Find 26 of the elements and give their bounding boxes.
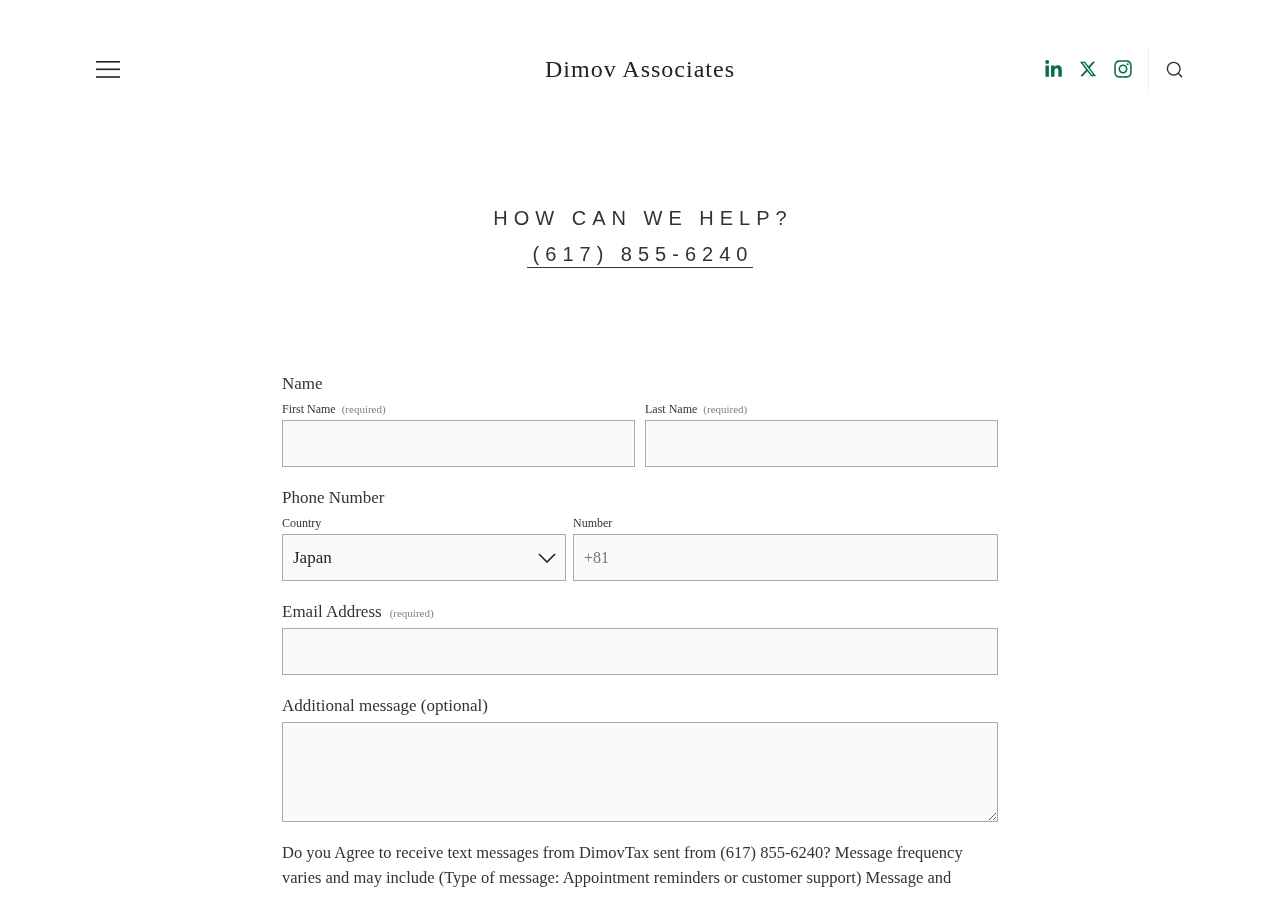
menu-icon[interactable] bbox=[96, 60, 120, 78]
field-label: Last Name bbox=[645, 401, 698, 418]
phone-link[interactable]: (617) 855-6240 bbox=[526, 241, 754, 268]
instagram-icon[interactable] bbox=[1113, 59, 1133, 79]
group-label: Additional message (optional) bbox=[282, 696, 488, 716]
consent-text: Do you Agree to receive text messages from DimovTax sent from (617) 855-6240? Message frequency varies and may include (Type of message: Appointment reminders or customer support) Message and bbox=[282, 842, 964, 889]
email-input[interactable] bbox=[282, 628, 998, 675]
group-label: Email Address bbox=[282, 602, 382, 622]
text-input[interactable] bbox=[282, 420, 635, 467]
site-title[interactable]: Dimov Associates bbox=[545, 51, 735, 87]
chevron-down-icon bbox=[538, 552, 556, 563]
phone-input[interactable]: +81 bbox=[573, 534, 998, 581]
x-logo-icon[interactable] bbox=[1079, 60, 1097, 78]
required-note: (required) bbox=[389, 606, 434, 621]
text-input[interactable] bbox=[645, 420, 998, 467]
field-label: First Name bbox=[282, 401, 336, 418]
section-heading: HOW CAN WE HELP? bbox=[492, 206, 793, 231]
field-label: Country bbox=[282, 515, 322, 532]
linkedin-icon[interactable] bbox=[1044, 59, 1063, 79]
group-label: Name bbox=[282, 374, 323, 394]
country-select[interactable]: Japan bbox=[282, 534, 566, 581]
group-label: Phone Number bbox=[282, 488, 385, 508]
field-label: Number bbox=[573, 515, 613, 532]
required-note: (required) bbox=[703, 402, 748, 417]
required-note: (required) bbox=[341, 402, 386, 417]
search-icon[interactable] bbox=[1165, 59, 1184, 79]
